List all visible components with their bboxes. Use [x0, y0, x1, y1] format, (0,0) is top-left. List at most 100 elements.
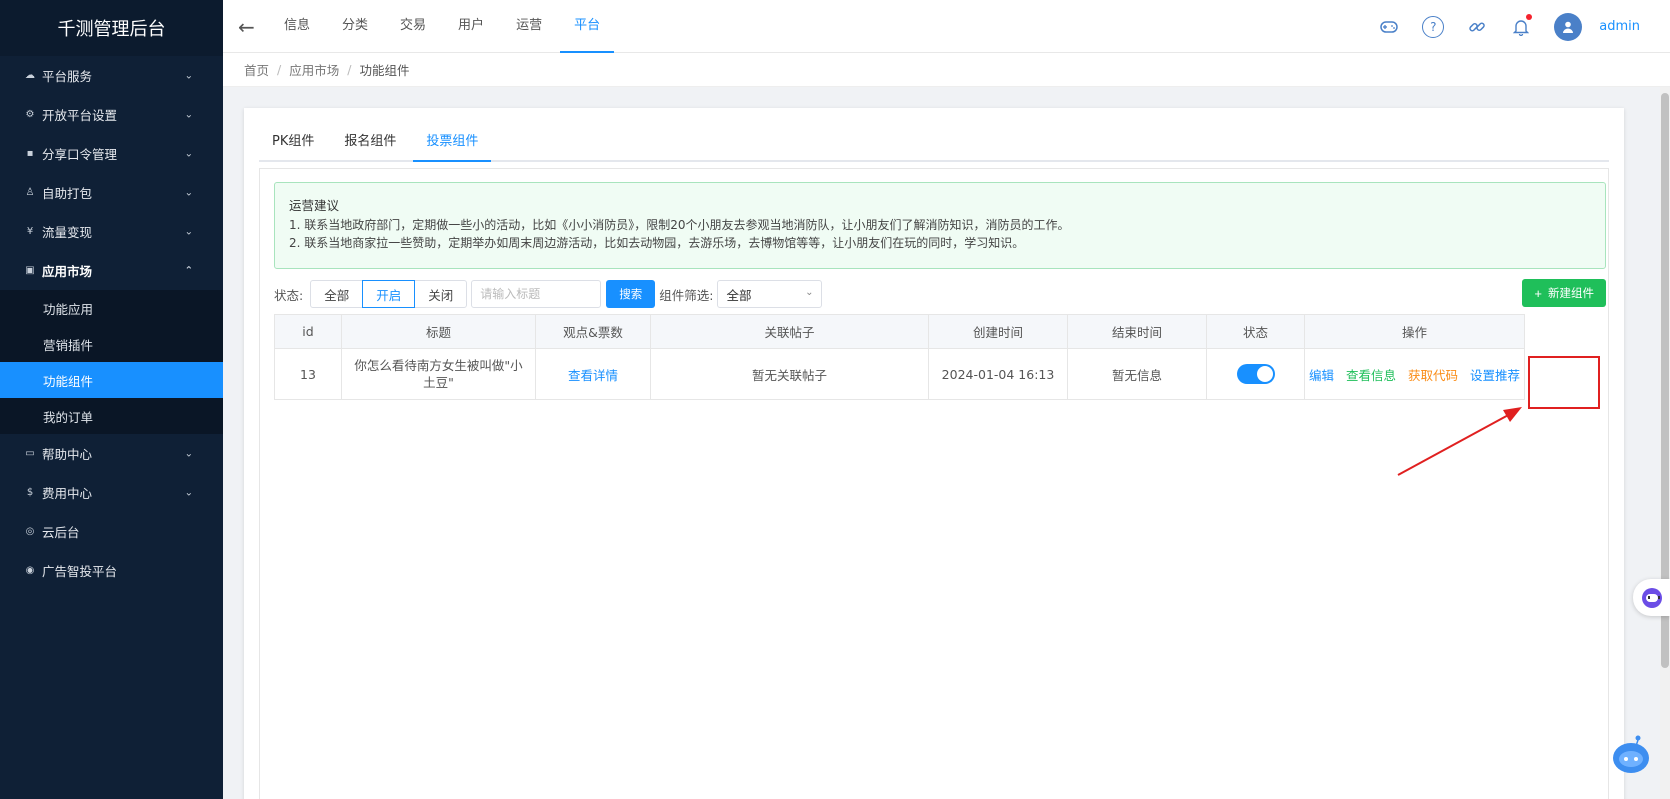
chevron-down-icon: ⌄ — [184, 70, 193, 81]
cell-votes: 查看详情 — [535, 348, 651, 400]
chatbot-float-button[interactable] — [1610, 733, 1652, 775]
top-nav-tab-info[interactable]: 信息 — [270, 0, 324, 53]
top-nav-tab-category[interactable]: 分类 — [328, 0, 382, 53]
sidebar-item-self-pack[interactable]: ♙ 自助打包 ⌄ — [0, 173, 223, 212]
table-row: 13 你怎么看待南方女生被叫做"小土豆" 查看详情 暂无关联帖子 2024-01… — [274, 348, 1526, 400]
sidebar-subitem-function-components[interactable]: 功能组件 — [0, 362, 223, 398]
title-search-input[interactable] — [471, 280, 602, 308]
new-component-label: 新建组件 — [1548, 288, 1594, 300]
tab-pk-component[interactable]: PK组件 — [259, 122, 327, 162]
breadcrumb-parent[interactable]: 应用市场 — [289, 60, 339, 79]
assistant-side-tab[interactable] — [1633, 579, 1670, 616]
status-option-all[interactable]: 全部 — [310, 280, 364, 308]
component-filter-value: 全部 — [726, 287, 752, 303]
cell-id: 13 — [274, 348, 342, 400]
sidebar-subitem-function-apps[interactable]: 功能应用 — [0, 290, 223, 326]
cell-actions: 编辑 查看信息 获取代码 设置推荐 — [1303, 348, 1526, 400]
dollar-icon: $ — [26, 487, 34, 498]
back-arrow-icon[interactable]: ← — [238, 15, 255, 39]
sidebar-item-label: 费用中心 — [42, 486, 93, 501]
sidebar-item-app-market[interactable]: ▣ 应用市场 ⌃ — [0, 251, 223, 290]
status-toggle[interactable] — [1236, 364, 1275, 384]
top-nav-tab-operation[interactable]: 运营 — [502, 0, 556, 53]
app-market-submenu-wrap: 功能应用 营销插件 功能组件 我的订单 — [0, 290, 223, 434]
new-component-button[interactable]: + 新建组件 — [1522, 279, 1606, 307]
briefcase-icon: ▭ — [25, 448, 35, 459]
chevron-down-icon: ⌄ — [184, 448, 193, 459]
view-info-link[interactable]: 查看信息 — [1346, 368, 1396, 383]
status-filter-label: 状态: — [274, 287, 304, 303]
breadcrumb-separator: / — [277, 62, 282, 77]
app-market-submenu: 功能应用 营销插件 功能组件 我的订单 — [0, 290, 223, 434]
sidebar-item-platform-service[interactable]: ☁ 平台服务 ⌄ — [0, 56, 223, 95]
cell-created: 2024-01-04 16:13 — [928, 348, 1068, 400]
gamepad-icon[interactable] — [1378, 16, 1400, 38]
gear-icon: ⚙ — [25, 109, 35, 120]
component-tabs: PK组件 报名组件 投票组件 — [259, 122, 1609, 162]
sidebar-menu: ☁ 平台服务 ⌄ ⚙ 开放平台设置 ⌄ ▪ 分享口令管理 ⌄ ♙ 自助打包 ⌄ … — [0, 56, 223, 590]
edit-link[interactable]: 编辑 — [1309, 368, 1334, 383]
sidebar-item-open-platform[interactable]: ⚙ 开放平台设置 ⌄ — [0, 95, 223, 134]
notification-dot — [1526, 13, 1533, 20]
tab-vote-component[interactable]: 投票组件 — [413, 122, 492, 162]
set-recommend-link[interactable]: 设置推荐 — [1470, 368, 1520, 383]
sidebar-subitem-my-orders[interactable]: 我的订单 — [0, 398, 223, 434]
username[interactable]: admin — [1599, 19, 1640, 34]
column-header: 标题 — [341, 314, 536, 349]
chatbot-icon — [1613, 735, 1649, 773]
cell-post: 暂无关联帖子 — [650, 348, 929, 400]
top-nav-tab-trade[interactable]: 交易 — [386, 0, 440, 53]
component-filter-label: 组件筛选: — [659, 287, 714, 303]
sidebar-item-label: 自助打包 — [42, 186, 93, 201]
toggle-knob — [1256, 366, 1273, 382]
bag-icon: ▪ — [26, 148, 34, 159]
cell-status — [1206, 348, 1305, 400]
cell-title-text: 你怎么看待南方女生被叫做"小土豆" — [354, 358, 523, 390]
sidebar-item-help-center[interactable]: ▭ 帮助中心 ⌄ — [0, 434, 223, 473]
cell-title: 你怎么看待南方女生被叫做"小土豆" — [341, 348, 536, 400]
column-header: 关联帖子 — [650, 314, 929, 349]
cell-ended: 暂无信息 — [1067, 348, 1207, 400]
chevron-down-icon: ⌄ — [184, 148, 193, 159]
sidebar-item-label: 云后台 — [42, 525, 80, 540]
sidebar-item-share-code[interactable]: ▪ 分享口令管理 ⌄ — [0, 134, 223, 173]
bell-icon[interactable] — [1510, 13, 1533, 38]
yen-icon: ¥ — [26, 226, 34, 237]
column-header: 结束时间 — [1067, 314, 1207, 349]
top-nav-tab-platform[interactable]: 平台 — [560, 0, 615, 53]
sidebar-item-label: 分享口令管理 — [42, 147, 118, 162]
avatar[interactable] — [1554, 12, 1583, 41]
sidebar-subitem-marketing-plugins[interactable]: 营销插件 — [0, 326, 223, 362]
get-code-link[interactable]: 获取代码 — [1408, 368, 1458, 383]
sidebar-item-label: 帮助中心 — [42, 447, 93, 462]
table-header-row: id 标题 观点&票数 关联帖子 创建时间 结束时间 状态 操作 — [274, 314, 1526, 349]
tips-line: 1. 联系当地政府部门，定期做一些小的活动，比如《小小消防员》，限制20个小朋友… — [289, 218, 1070, 232]
chevron-down-icon: ⌄ — [184, 187, 193, 198]
sidebar-item-label: 开放平台设置 — [42, 108, 118, 123]
sidebar-item-cloud-backend[interactable]: ◎ 云后台 — [0, 512, 223, 551]
breadcrumb-separator: / — [347, 62, 352, 77]
sidebar-item-traffic[interactable]: ¥ 流量变现 ⌄ — [0, 212, 223, 251]
sidebar-item-fee-center[interactable]: $ 费用中心 ⌄ — [0, 473, 223, 512]
sidebar-item-label: 应用市场 — [42, 264, 93, 279]
breadcrumb-home[interactable]: 首页 — [244, 60, 269, 79]
vote-component-table: id 标题 观点&票数 关联帖子 创建时间 结束时间 状态 操作 13 你怎么看… — [274, 314, 1526, 400]
help-icon[interactable]: ? — [1422, 15, 1445, 38]
view-details-link[interactable]: 查看详情 — [568, 368, 618, 383]
status-option-off[interactable]: 关闭 — [414, 280, 468, 308]
breadcrumb: 首页 / 应用市场 / 功能组件 — [223, 53, 1670, 87]
top-icons: ? admin — [1356, 0, 1640, 53]
search-button[interactable]: 搜索 — [606, 280, 656, 308]
component-filter-select[interactable]: 全部 ⌄ — [717, 280, 823, 308]
tab-signup-component[interactable]: 报名组件 — [331, 122, 409, 162]
top-nav-tab-user[interactable]: 用户 — [444, 0, 498, 53]
sidebar-item-ad-platform[interactable]: ◉ 广告智投平台 — [0, 551, 223, 590]
app-logo-title: 千测管理后台 — [0, 0, 223, 56]
sidebar-item-label: 平台服务 — [42, 69, 93, 84]
link-icon[interactable] — [1466, 16, 1488, 38]
column-header: 观点&票数 — [535, 314, 651, 349]
sidebar: 千测管理后台 ☁ 平台服务 ⌄ ⚙ 开放平台设置 ⌄ ▪ 分享口令管理 ⌄ ♙ … — [0, 0, 223, 799]
status-option-on[interactable]: 开启 — [362, 280, 416, 308]
main-card: PK组件 报名组件 投票组件 运营建议 1. 联系当地政府部门，定期做一些小的活… — [244, 108, 1624, 799]
breadcrumb-current: 功能组件 — [359, 63, 410, 78]
